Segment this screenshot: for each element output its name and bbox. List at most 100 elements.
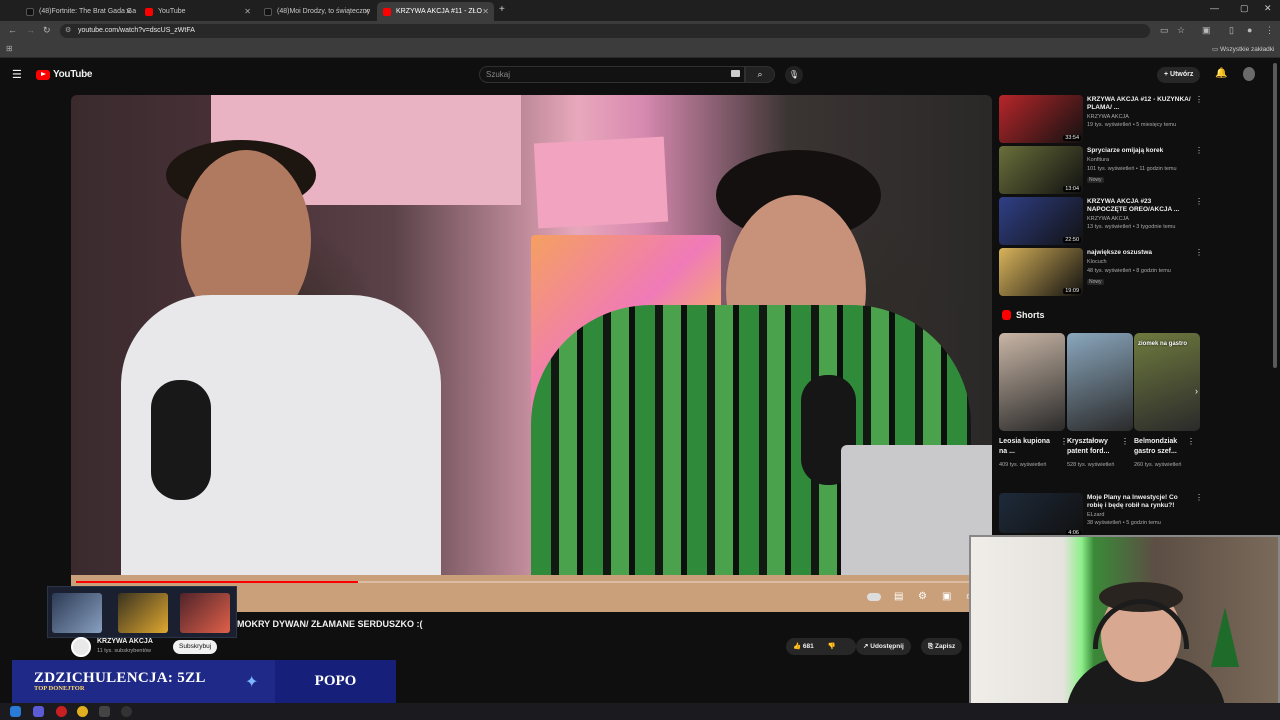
- all-bookmarks-link[interactable]: ▭ Wszystkie zakładki: [1212, 45, 1275, 53]
- new-tab-button[interactable]: +: [499, 4, 505, 15]
- short-thumbnail[interactable]: [1067, 333, 1133, 431]
- tab-title: (48)Fortnite: The Brat Gada Ga: [39, 8, 137, 15]
- more-options-icon[interactable]: ⋮: [1195, 95, 1203, 104]
- browser-tab[interactable]: (48)Fortnite: The Brat Gada Ga ✕: [20, 2, 137, 21]
- video-scene-microphone: [151, 380, 211, 500]
- like-button[interactable]: 👍 681: [793, 643, 814, 650]
- video-title: największe oszustwa: [1087, 249, 1153, 256]
- more-options-icon[interactable]: ⋮: [1121, 437, 1129, 446]
- create-button[interactable]: + Utwórz: [1157, 67, 1201, 83]
- miniplayer-icon[interactable]: ▣: [942, 591, 951, 602]
- donation-alert: ZDZICHULENCJA: 5ZL TOP DONEJTOR ✦ POPO: [12, 660, 396, 704]
- close-tab-icon[interactable]: ✕: [244, 7, 251, 16]
- video-meta: 101 tys. wyświetleń • 11 godzin temu: [1087, 166, 1177, 172]
- app-icon[interactable]: [99, 706, 110, 717]
- notifications-bell-icon[interactable]: 🔔: [1215, 68, 1227, 79]
- short-views: 409 tys. wyświetleń: [999, 462, 1047, 468]
- skin-rifle-image: [180, 593, 230, 633]
- page-scrollbar[interactable]: [1273, 63, 1277, 368]
- voice-search-button[interactable]: 🎙: [785, 66, 803, 84]
- browser-tab-bar: (48)Fortnite: The Brat Gada Ga ✕ YouTube…: [0, 0, 1280, 21]
- tiktok-favicon-icon: [264, 7, 272, 16]
- channel-avatar[interactable]: [71, 637, 91, 657]
- browser-tab[interactable]: (48)Moi Drodzy, to świąteczny ✕: [258, 2, 375, 21]
- short-title[interactable]: Belmondziak gastro szef...: [1134, 437, 1190, 457]
- channel-name[interactable]: KRZYWA AKCJA: [97, 638, 153, 645]
- chrome-icon[interactable]: [77, 706, 88, 717]
- more-options-icon[interactable]: ⋮: [1195, 493, 1203, 502]
- youtube-logo[interactable]: YouTube: [36, 69, 93, 80]
- channel-name: ELzard: [1087, 512, 1105, 518]
- donor-name: POPO: [314, 673, 357, 689]
- bookmarks-bar: ⊞ ▭ Wszystkie zakładki: [0, 41, 1280, 58]
- search-button[interactable]: ⌕: [745, 66, 775, 83]
- recommendation-item[interactable]: 13:04 Spryciarze omijają korek Konfitura…: [999, 146, 1203, 194]
- reload-icon[interactable]: ↻: [43, 25, 51, 36]
- video-title: Spryciarze omijają korek: [1087, 147, 1164, 154]
- close-tab-icon[interactable]: ✕: [482, 7, 489, 16]
- more-options-icon[interactable]: ⋮: [1195, 146, 1203, 155]
- save-label: Zapisz: [935, 643, 956, 650]
- channel-name: KRZYWA AKCJA: [1087, 114, 1129, 120]
- next-arrow-icon[interactable]: ›: [1195, 386, 1198, 396]
- browser-tab[interactable]: YouTube ✕: [139, 2, 256, 21]
- more-options-icon[interactable]: ⋮: [1195, 197, 1203, 206]
- settings-gear-icon[interactable]: ⚙: [918, 591, 927, 602]
- start-windows-icon[interactable]: [10, 706, 21, 717]
- close-tab-icon[interactable]: ✕: [125, 7, 132, 16]
- more-options-icon[interactable]: ⋮: [1187, 437, 1195, 446]
- back-icon[interactable]: ←: [8, 25, 17, 35]
- short-thumbnail[interactable]: ziomek na gastro: [1134, 333, 1200, 431]
- cast-icon[interactable]: ▭: [1160, 25, 1169, 36]
- video-title: Moje Plany na Inwestycje! Co robię i będ…: [1087, 494, 1178, 509]
- subscriber-count: 11 tys. subskrybentów: [97, 648, 152, 654]
- tab-title: KRZYWA AKCJA #11 - ZŁO: [396, 8, 482, 15]
- youtube-favicon-icon: [145, 7, 153, 16]
- short-views: 528 tys. wyświetleń: [1067, 462, 1115, 468]
- share-button[interactable]: ↗ Udostępnij: [856, 638, 911, 655]
- bookmark-star-icon[interactable]: ☆: [1177, 25, 1185, 36]
- tiktok-favicon-icon: [26, 7, 34, 16]
- maximize-icon[interactable]: ▢: [1240, 3, 1249, 14]
- hamburger-menu-icon[interactable]: ☰: [12, 68, 22, 81]
- side-panel-icon[interactable]: ▯: [1229, 25, 1234, 36]
- apps-grid-icon[interactable]: ⊞: [6, 44, 13, 53]
- minimize-icon[interactable]: —: [1210, 3, 1219, 13]
- extensions-icon[interactable]: ▣: [1202, 25, 1211, 36]
- channel-name: KRZYWA AKCJA: [1087, 216, 1129, 222]
- site-info-icon[interactable]: ⚙: [65, 24, 71, 38]
- discord-icon[interactable]: [33, 706, 44, 717]
- recommendation-item[interactable]: 22:50 KRZYWA AKCJA #23 NAPOCZĘTE OREO/AK…: [999, 197, 1203, 245]
- subtitles-icon[interactable]: ▤: [894, 591, 903, 602]
- short-title[interactable]: Kryształowy patent ford...: [1067, 437, 1123, 457]
- close-window-icon[interactable]: ✕: [1264, 3, 1272, 14]
- menu-icon[interactable]: ⋮: [1265, 25, 1274, 36]
- short-thumbnail[interactable]: [999, 333, 1065, 431]
- close-tab-icon[interactable]: ✕: [363, 7, 370, 16]
- video-player[interactable]: ▤ ⚙ ▣ ▭: [71, 95, 992, 612]
- short-title[interactable]: Leosia kupiona na ...: [999, 437, 1055, 457]
- opera-icon[interactable]: [56, 706, 67, 717]
- url-input[interactable]: ⚙ youtube.com/watch?v=dscUS_zWtFA: [60, 24, 1150, 38]
- autoplay-toggle[interactable]: [867, 593, 881, 601]
- like-count: 681: [802, 643, 814, 650]
- account-avatar[interactable]: [1243, 67, 1255, 81]
- short-views: 260 tys. wyświetleń: [1134, 462, 1182, 468]
- lightning-icon: ✦: [245, 674, 259, 691]
- profile-icon[interactable]: ●: [1247, 25, 1252, 35]
- tab-title: YouTube: [158, 8, 186, 15]
- recommendation-item[interactable]: 4:06 Moje Plany na Inwestycje! Co robię …: [999, 493, 1203, 536]
- recommendation-item[interactable]: 19:09 największe oszustwa Klocuch 48 tys…: [999, 248, 1203, 296]
- keyboard-icon[interactable]: [731, 70, 740, 77]
- search-input[interactable]: Szukaj: [479, 66, 745, 83]
- donor-box: POPO: [275, 660, 396, 704]
- browser-tab-active[interactable]: KRZYWA AKCJA #11 - ZŁO ✕: [377, 2, 494, 21]
- channel-name: Klocuch: [1087, 259, 1107, 265]
- more-options-icon[interactable]: ⋮: [1195, 248, 1203, 257]
- forward-icon[interactable]: →: [26, 25, 35, 35]
- subscribe-button[interactable]: Subskrybuj: [173, 640, 218, 654]
- recommendation-item[interactable]: 33:54 KRZYWA AKCJA #12 - KUZYNKA/ PLAMA/…: [999, 95, 1203, 143]
- save-button[interactable]: ⎘ Zapisz: [921, 638, 963, 655]
- app-icon[interactable]: [121, 706, 132, 717]
- dislike-button[interactable]: 👎: [828, 643, 836, 650]
